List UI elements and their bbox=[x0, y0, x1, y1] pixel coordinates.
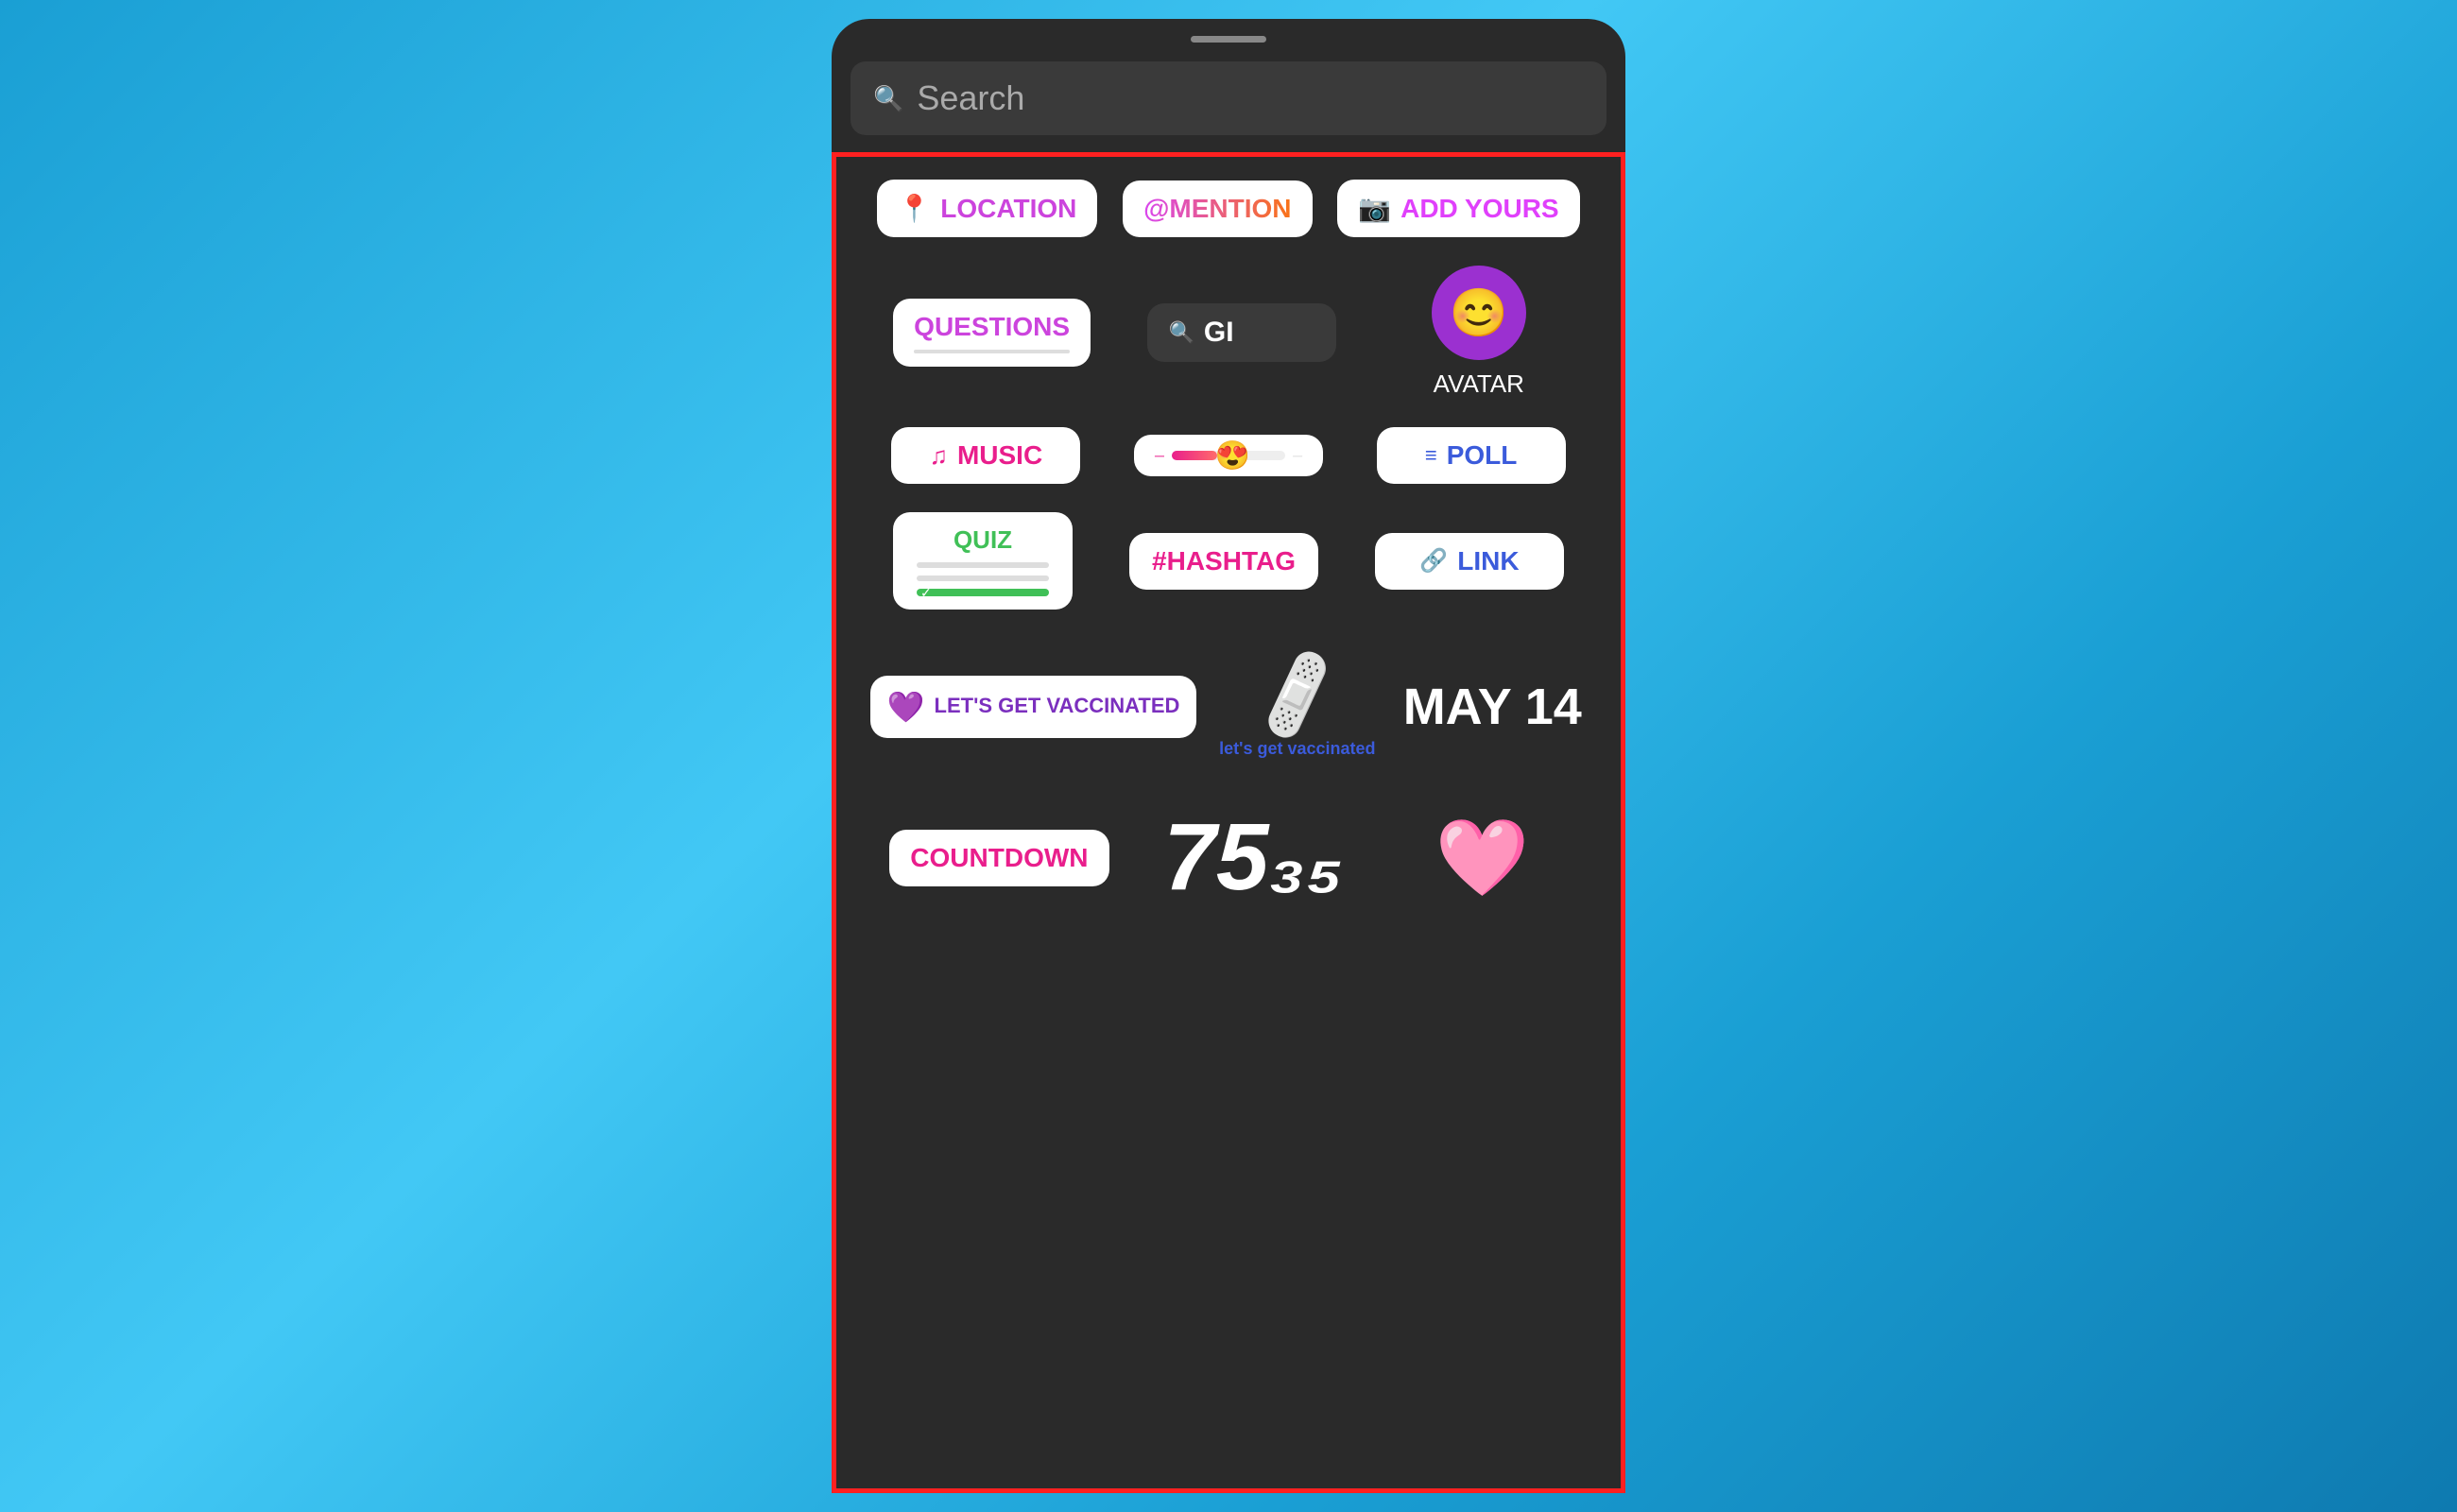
quiz-check-icon: ✓ bbox=[920, 585, 932, 601]
addyours-label: ADD YOURS bbox=[1400, 194, 1559, 224]
addyours-sticker[interactable]: 📷 ADD YOURS bbox=[1337, 180, 1579, 237]
may14-label: MAY 14 bbox=[1403, 678, 1582, 736]
vaccinated-sticker[interactable]: 💜 LET'S GET VACCINATED bbox=[870, 676, 1197, 738]
location-label: LOCATION bbox=[940, 194, 1076, 224]
sticker-row-4: QUIZ ✓ #HASHTAG 🔗 LINK bbox=[865, 512, 1592, 610]
sticker-panel: 📍 LOCATION @MENTION 📷 ADD YOURS QUESTION… bbox=[832, 152, 1625, 1493]
emoji-slider-sticker[interactable]: ─ 😍 ─ bbox=[1134, 435, 1323, 476]
sticker-row-5: 💜 LET'S GET VACCINATED 🩹 let's get vacci… bbox=[865, 638, 1592, 775]
number-value: 75₃₅ bbox=[1163, 804, 1343, 910]
sticker-row-3: ♫ MUSIC ─ 😍 ─ ≡ POLL bbox=[865, 427, 1592, 484]
gif-sticker[interactable]: 🔍 GI bbox=[1147, 303, 1336, 362]
mention-label: @MENTION bbox=[1143, 194, 1291, 224]
bandaid-icon: 🩹 bbox=[1244, 643, 1350, 747]
avatar-icon: 😊 bbox=[1432, 266, 1526, 360]
bandaid-sticker[interactable]: 🩹 let's get vaccinated bbox=[1208, 638, 1387, 775]
poll-label: POLL bbox=[1447, 440, 1518, 471]
slider-right-icon: ─ bbox=[1293, 448, 1302, 463]
vaccinated-label: LET'S GET VACCINATED bbox=[935, 694, 1180, 718]
slider-fill bbox=[1172, 451, 1217, 460]
phone-container: 🔍 Search 📍 LOCATION @MENTION 📷 ADD YOURS… bbox=[832, 19, 1625, 1493]
hashtag-label: #HASHTAG bbox=[1152, 546, 1296, 576]
avatar-sticker[interactable]: 😊 AVATAR bbox=[1394, 266, 1564, 399]
search-bar[interactable]: 🔍 Search bbox=[850, 61, 1606, 135]
location-sticker[interactable]: 📍 LOCATION bbox=[877, 180, 1097, 237]
questions-underline bbox=[914, 350, 1070, 353]
countdown-sticker[interactable]: COUNTDOWN bbox=[889, 830, 1108, 886]
sticker-row-6: COUNTDOWN 75₃₅ 🩷 bbox=[865, 803, 1592, 912]
poll-sticker[interactable]: ≡ POLL bbox=[1377, 427, 1566, 484]
gif-label: GI bbox=[1204, 317, 1234, 349]
slider-emoji: 😍 bbox=[1215, 439, 1250, 472]
questions-sticker[interactable]: QUESTIONS bbox=[893, 299, 1091, 367]
search-icon: 🔍 bbox=[873, 84, 903, 113]
gif-search-icon: 🔍 bbox=[1168, 320, 1194, 345]
location-pin-icon: 📍 bbox=[898, 193, 931, 224]
mention-sticker[interactable]: @MENTION bbox=[1123, 180, 1312, 237]
link-label: LINK bbox=[1457, 546, 1519, 576]
number-display: 75₃₅ bbox=[1159, 803, 1348, 912]
poll-lines-icon: ≡ bbox=[1425, 443, 1437, 468]
camera-icon: 📷 bbox=[1358, 193, 1391, 224]
heart-emoji: 🩷 bbox=[1435, 816, 1530, 900]
quiz-line-1 bbox=[917, 562, 1049, 568]
sticker-row-2: QUESTIONS 🔍 GI 😊 AVATAR bbox=[865, 266, 1592, 399]
music-bars-icon: ♫ bbox=[929, 441, 948, 471]
music-sticker[interactable]: ♫ MUSIC bbox=[891, 427, 1080, 484]
heart-circle-icon: 💜 bbox=[887, 689, 925, 725]
quiz-line-2 bbox=[917, 576, 1049, 581]
quiz-sticker[interactable]: QUIZ ✓ bbox=[893, 512, 1073, 610]
slider-track: 😍 bbox=[1172, 451, 1285, 460]
countdown-label: COUNTDOWN bbox=[910, 843, 1088, 873]
hashtag-sticker[interactable]: #HASHTAG bbox=[1129, 533, 1318, 590]
slider-left-icon: ─ bbox=[1155, 448, 1164, 463]
may14-sticker[interactable]: MAY 14 bbox=[1398, 678, 1587, 736]
sticker-row-1: 📍 LOCATION @MENTION 📷 ADD YOURS bbox=[865, 180, 1592, 237]
quiz-check-line: ✓ bbox=[917, 589, 1049, 596]
search-placeholder: Search bbox=[917, 78, 1024, 118]
quiz-label: QUIZ bbox=[954, 525, 1012, 555]
questions-label: QUESTIONS bbox=[914, 312, 1070, 342]
music-label: MUSIC bbox=[957, 440, 1042, 471]
avatar-label: AVATAR bbox=[1434, 369, 1524, 399]
drag-handle bbox=[1191, 36, 1266, 43]
heart-sticker[interactable]: 🩷 bbox=[1398, 814, 1568, 902]
bandaid-subtext: let's get vaccinated bbox=[1219, 739, 1375, 759]
link-icon: 🔗 bbox=[1419, 547, 1448, 575]
link-sticker[interactable]: 🔗 LINK bbox=[1375, 533, 1564, 590]
top-bar: 🔍 Search bbox=[832, 19, 1625, 152]
